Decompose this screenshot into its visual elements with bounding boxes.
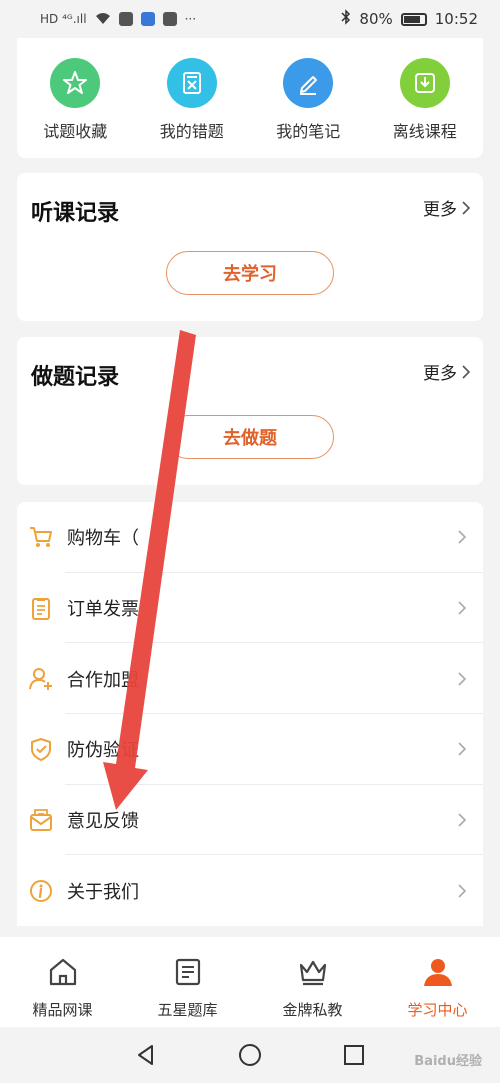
cart-icon (27, 523, 55, 551)
clipboard-icon (27, 594, 55, 622)
watermark: Baidu经验 (414, 1054, 482, 1069)
menu-item-cart[interactable]: 购物车（ (17, 502, 483, 573)
chevron-right-icon (458, 742, 467, 756)
star-icon (50, 58, 101, 108)
tab-label: 五星题库 (157, 1001, 218, 1019)
battery-icon (400, 12, 427, 26)
chevron-right-icon (462, 364, 471, 379)
wifi-icon (95, 11, 111, 28)
quick-action-offline[interactable]: 离线课程 (370, 58, 480, 158)
tab-label: 学习中心 (407, 1001, 468, 1019)
exercise-record-card: 做题记录 更多 去做题 (17, 337, 483, 485)
listen-record-more-link[interactable]: 更多 (423, 195, 471, 220)
info-icon (27, 877, 55, 905)
user-add-icon (27, 665, 55, 693)
clock: 10:52 (434, 10, 478, 28)
menu-item-anti-counterfeit[interactable]: 防伪验证 (17, 714, 483, 785)
book-icon (175, 958, 200, 986)
crown-icon (299, 960, 326, 986)
menu-item-label: 订单发票 (67, 599, 139, 621)
menu-item-invoice[interactable]: 订单发票 (17, 573, 483, 644)
chevron-right-icon (462, 200, 471, 215)
chevron-right-icon (458, 530, 467, 544)
quick-action-mistakes[interactable]: 我的错题 (137, 58, 247, 158)
wrong-book-icon (166, 58, 217, 108)
tab-private-tutor[interactable]: 金牌私教 (250, 937, 375, 1027)
more-label: 更多 (423, 200, 457, 220)
go-exercise-button[interactable]: 去做题 (166, 415, 334, 459)
pencil-icon (283, 58, 334, 108)
back-icon[interactable] (134, 1043, 158, 1067)
person-icon (423, 959, 452, 986)
menu-item-feedback[interactable]: 意见反馈 (17, 785, 483, 856)
quick-action-label: 离线课程 (392, 122, 457, 141)
tab-label: 金牌私教 (282, 1001, 343, 1019)
quick-action-label: 我的笔记 (276, 122, 341, 141)
chevron-right-icon (458, 672, 467, 686)
menu-item-label: 购物车（ (67, 528, 139, 550)
tab-learning-center[interactable]: 学习中心 (375, 937, 500, 1027)
menu-item-label: 关于我们 (67, 881, 139, 903)
exercise-record-more-link[interactable]: 更多 (423, 359, 471, 384)
recents-icon[interactable] (342, 1043, 366, 1067)
bluetooth-icon (341, 9, 351, 29)
menu-list: 购物车（ 订单发票 合作加盟 防伪验证 意见反馈 关于我们 (17, 502, 483, 926)
download-icon (399, 58, 450, 108)
status-bar: HD ⁴ᴳ.ıll ··· 80% 10:52 (0, 0, 500, 38)
more-notifications-icon: ··· (184, 12, 197, 26)
chevron-right-icon (458, 601, 467, 615)
shield-notification-icon (162, 12, 177, 26)
listen-record-card: 听课记录 更多 去学习 (17, 173, 483, 321)
tab-courses[interactable]: 精品网课 (0, 937, 125, 1027)
home-icon (49, 958, 76, 986)
home-circle-icon[interactable] (238, 1043, 262, 1067)
bottom-tab-bar: 精品网课 五星题库 金牌私教 学习中心 (0, 937, 500, 1027)
status-right: 80% 10:52 (341, 9, 478, 29)
exercise-record-title: 做题记录 (31, 365, 120, 390)
quick-action-favorites[interactable]: 试题收藏 (20, 58, 130, 158)
status-icons: HD ⁴ᴳ.ıll ··· (40, 11, 196, 28)
menu-item-label: 意见反馈 (67, 811, 139, 833)
menu-item-franchise[interactable]: 合作加盟 (17, 643, 483, 714)
tab-question-bank[interactable]: 五星题库 (125, 937, 250, 1027)
menu-item-label: 合作加盟 (67, 669, 139, 691)
go-study-button[interactable]: 去学习 (166, 251, 334, 295)
quick-actions-card: 试题收藏 我的错题 我的笔记 离线课程 (17, 38, 483, 158)
more-label: 更多 (423, 364, 457, 384)
tab-label: 精品网课 (32, 1001, 93, 1019)
chevron-right-icon (458, 884, 467, 898)
quick-action-label: 我的错题 (159, 122, 224, 141)
battery-percent: 80% (359, 10, 393, 28)
quick-action-label: 试题收藏 (43, 122, 108, 141)
shield-check-icon (27, 735, 55, 763)
envelope-icon (27, 806, 55, 834)
system-nav-bar: Baidu经验 (0, 1027, 500, 1083)
app-notification-icon (140, 12, 155, 26)
quick-action-notes[interactable]: 我的笔记 (253, 58, 363, 158)
chevron-right-icon (458, 813, 467, 827)
listen-record-title: 听课记录 (31, 201, 120, 226)
menu-item-label: 防伪验证 (67, 740, 139, 762)
signal-text: HD ⁴ᴳ.ıll (40, 12, 87, 26)
menu-item-about[interactable]: 关于我们 (17, 855, 483, 926)
sim-icon (118, 12, 133, 26)
